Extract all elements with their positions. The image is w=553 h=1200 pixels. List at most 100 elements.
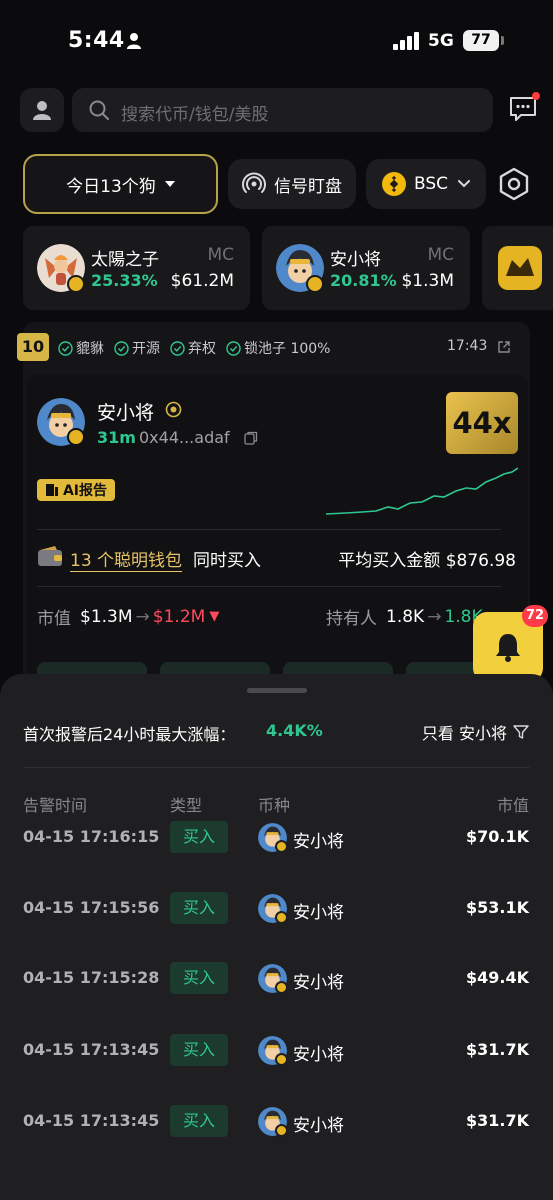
trend-down-icon: ▼ (209, 609, 220, 624)
smart-wallet-suffix: 同时买入 (193, 551, 261, 571)
alert-token: 安小将 (293, 1045, 344, 1065)
divider (37, 529, 501, 530)
smart-wallet-link[interactable]: 13 个聪明钱包 (70, 546, 182, 571)
bnb-badge-icon (275, 840, 288, 853)
divider (37, 586, 501, 587)
token-avatar (498, 246, 542, 290)
chain-selector[interactable]: BSC (366, 159, 486, 209)
status-bar: 5:44 5G 77 (0, 0, 553, 80)
alert-time: 04-15 17:13:45 (23, 1111, 160, 1130)
battery-tip (501, 36, 504, 45)
settings-icon[interactable] (496, 166, 532, 202)
table-row[interactable]: 04-15 17:13:45 买入 安小将 $31.7K (0, 1105, 553, 1141)
market-cap-row: 市值 $1.3M → $1.2M ▼ (37, 604, 220, 630)
contract-address: 0x44...adaf (139, 428, 230, 447)
divider (23, 767, 530, 768)
column-header-time: 告警时间 (23, 796, 88, 815)
bnb-badge-icon (275, 911, 288, 924)
market-cap-label: 市值 (37, 609, 71, 629)
alert-market-cap: $49.4K (465, 968, 529, 987)
arrow-right-icon: → (135, 606, 150, 627)
check-circle-icon (58, 340, 73, 356)
check-item: 开源 (114, 338, 160, 358)
signal-watch-button[interactable]: 信号盯盘 (228, 159, 356, 209)
battery-level: 77 (463, 30, 499, 51)
search-input[interactable]: 搜索代币/钱包/美股 (72, 88, 493, 132)
safety-checks: 貔貅 开源 弃权 锁池子 100% (58, 338, 330, 358)
wallet-icon (38, 546, 62, 566)
copy-icon[interactable] (244, 431, 258, 445)
token-name: 太陽之子 (91, 250, 159, 270)
status-time: 5:44 (68, 28, 125, 53)
alert-market-cap: $31.7K (465, 1040, 529, 1059)
external-link-icon[interactable] (497, 340, 511, 354)
daily-dogs-dropdown[interactable]: 今日13个狗 (23, 154, 218, 214)
alert-token: 安小将 (293, 903, 344, 923)
top-token-card-partial[interactable] (482, 226, 553, 310)
report-icon (45, 484, 58, 496)
alert-market-cap: $70.1K (465, 827, 529, 846)
check-circle-icon (226, 340, 241, 356)
mc-label: MC (207, 245, 234, 265)
only-view-filter[interactable]: 只看 安小将 (422, 720, 529, 744)
check-item: 锁池子 100% (226, 338, 330, 358)
signal-time: 17:43 (447, 338, 488, 354)
search-placeholder: 搜索代币/钱包/美股 (121, 105, 269, 125)
daily-dogs-label: 今日13个狗 (66, 176, 156, 197)
alert-token: 安小将 (293, 1116, 344, 1136)
bnb-icon (381, 172, 406, 196)
mc-label: MC (427, 245, 454, 265)
ai-report-label: AI报告 (62, 483, 108, 499)
table-row[interactable]: 04-15 17:13:45 买入 安小将 $31.7K (0, 1034, 553, 1070)
profile-button[interactable] (20, 88, 64, 132)
network-type: 5G (428, 31, 454, 51)
only-view-label: 只看 安小将 (421, 724, 507, 743)
table-row[interactable]: 04-15 17:15:56 买入 安小将 $53.1K (0, 892, 553, 928)
alert-market-cap: $53.1K (465, 898, 529, 917)
holders-from: 1.8K (386, 606, 425, 627)
bnb-badge-icon (275, 1124, 288, 1137)
alert-type-badge: 买入 (170, 892, 228, 924)
market-cap-from: $1.3M (80, 606, 133, 627)
table-row[interactable]: 04-15 17:16:15 买入 安小将 $70.1K (0, 821, 553, 857)
alert-time: 04-15 17:13:45 (23, 1040, 160, 1059)
sheet-drag-handle[interactable] (247, 688, 307, 693)
gain-multiplier: 44x (446, 392, 518, 454)
alert-time: 04-15 17:15:28 (23, 968, 160, 987)
token-market-cap: $61.2M (170, 271, 234, 291)
signal-radar-icon (242, 172, 266, 193)
bnb-badge-icon (275, 981, 288, 994)
price-sparkline (326, 467, 518, 515)
alert-type-badge: 买入 (170, 962, 228, 994)
market-cap-to: $1.2M (152, 606, 206, 627)
column-header-token: 币种 (258, 796, 291, 815)
signal-watch-label: 信号盯盘 (274, 176, 342, 197)
chain-label: BSC (413, 174, 449, 194)
check-item: 弃权 (170, 338, 216, 358)
rank-badge: 10 (17, 333, 49, 361)
person-icon (33, 101, 51, 120)
token-change: 20.81% (330, 271, 397, 290)
alert-type-badge: 买入 (170, 821, 228, 853)
bnb-badge-icon (275, 1053, 288, 1066)
ai-report-button[interactable]: AI报告 (37, 479, 115, 501)
token-name: 安小将 (97, 402, 155, 424)
cell-signal-icon (393, 32, 419, 50)
top-token-card[interactable]: 安小将 MC 20.81% $1.3M (262, 226, 470, 310)
token-change: 25.33% (91, 271, 158, 290)
caret-down-icon (164, 181, 175, 187)
chevron-down-icon (458, 180, 471, 188)
alerts-count-badge: 72 (522, 605, 549, 627)
alert-token: 安小将 (293, 832, 344, 852)
table-row[interactable]: 04-15 17:15:28 买入 安小将 $49.4K (0, 962, 553, 998)
token-name: 安小将 (330, 250, 381, 270)
filter-icon (513, 725, 529, 739)
check-circle-icon (114, 340, 129, 356)
check-label: 开源 (132, 341, 160, 357)
alert-token: 安小将 (293, 973, 344, 993)
bnb-badge-icon (306, 275, 324, 293)
token-market-cap: $1.3M (401, 271, 454, 291)
top-token-card[interactable]: 太陽之子 MC 25.33% $61.2M (23, 226, 250, 310)
message-unread-dot (532, 92, 540, 100)
average-buy-amount: 平均买入金额 $876.98 (338, 551, 516, 571)
